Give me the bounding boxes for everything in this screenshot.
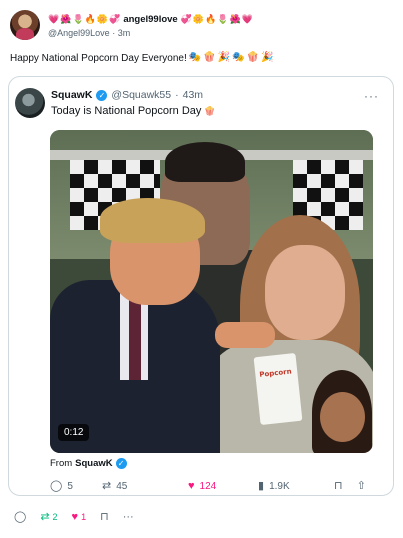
name-emoji: 🌼 — [96, 14, 109, 24]
video-person — [165, 142, 245, 182]
popcorn-emoji: 🍿 — [204, 106, 216, 116]
author-handle[interactable]: @Angel99Love — [48, 28, 110, 38]
reply-button[interactable]: ◯ 5 — [50, 480, 86, 492]
name-emoji: 🔥 — [84, 14, 96, 24]
quoted-handle[interactable]: @Squawk55 — [111, 89, 171, 101]
views-count: 1.9K — [269, 480, 290, 492]
retweet-icon: ⇄ — [102, 480, 112, 492]
video-person — [100, 198, 205, 243]
post-text: Happy National Popcorn Day Everyone! 🎭 🍿… — [10, 52, 273, 64]
reply-icon: ◯ — [50, 480, 63, 492]
quoted-text: Today is National Popcorn Day 🍿 — [51, 105, 216, 117]
views-icon: ▮ — [258, 480, 265, 492]
author-handle-row: @Angel99Love · 3m — [48, 28, 130, 38]
from-account[interactable]: SquawK — [75, 458, 112, 469]
more-button[interactable]: ··· — [123, 511, 134, 523]
name-emoji: 🔥 — [205, 14, 217, 24]
video-person — [320, 392, 365, 442]
video-person — [265, 245, 345, 340]
popcorn-bag-label: Popcorn — [259, 367, 293, 379]
post-time[interactable]: 3m — [118, 28, 131, 38]
post-emoji: 🍿 — [203, 52, 216, 63]
verified-icon: ✓ — [115, 458, 127, 469]
post-body: Happy National Popcorn Day Everyone! — [10, 52, 187, 64]
name-emoji: 🌷 — [217, 14, 229, 24]
name-emoji: 💗 — [48, 14, 60, 24]
reply-count: 5 — [67, 480, 73, 492]
post-emoji: 🎭 — [188, 52, 202, 63]
heart-icon: ♥ — [71, 511, 79, 523]
post-emoji: 🎉 — [261, 52, 274, 63]
post-emoji: 🎭 — [232, 52, 245, 63]
retweet-count: 45 — [116, 480, 128, 492]
name-emoji: 💞 — [109, 14, 121, 24]
views-button[interactable]: ▮ 1.9K — [258, 480, 318, 492]
video-player[interactable]: Popcorn 0:12 — [50, 130, 373, 453]
quoted-body: Today is National Popcorn Day — [51, 105, 202, 117]
post-author-row[interactable]: 💗 🌺 🌷 🔥 🌼 💞 angel99love 💞 🌼 🔥 🌷 🌺 💗 — [48, 12, 253, 26]
name-emoji: 💞 — [180, 14, 192, 24]
quoted-avatar[interactable] — [15, 88, 45, 118]
quoted-time[interactable]: 43m — [183, 89, 203, 101]
name-emoji: 🌺 — [60, 14, 72, 24]
reply-icon: ◯ — [14, 511, 27, 523]
name-emoji: 🌼 — [192, 14, 205, 24]
heart-icon: ♥ — [188, 480, 195, 492]
like-button[interactable]: ♥ 124 — [188, 480, 258, 492]
post-emoji: 🎉 — [217, 52, 231, 63]
name-emoji: 🌺 — [229, 14, 241, 24]
bookmark-icon: ⊓ — [100, 511, 109, 523]
video-duration: 0:12 — [58, 424, 90, 441]
retweet-count: 2 — [52, 512, 58, 522]
like-button[interactable]: ♥ 1 — [72, 511, 87, 523]
quoted-post-card[interactable]: SquawK ✓ @Squawk55 · 43m ··· Today is Na… — [8, 76, 394, 496]
video-source: From SquawK ✓ — [50, 458, 127, 469]
video-person — [129, 300, 141, 380]
share-icon: ⇧ — [356, 480, 366, 492]
retweet-button[interactable]: ⇄ 2 — [40, 511, 57, 523]
reply-button[interactable]: ◯ — [14, 511, 26, 523]
user-avatar[interactable] — [10, 10, 40, 40]
name-emoji: 🌷 — [72, 14, 84, 24]
quoted-metrics: ◯ 5 ⇄ 45 ♥ 124 ▮ 1.9K ⊓ ⇧ — [50, 479, 378, 493]
more-icon[interactable]: ··· — [364, 89, 379, 103]
video-person — [215, 322, 275, 348]
like-count: 1 — [81, 512, 87, 522]
quoted-display-name[interactable]: SquawK — [51, 89, 92, 101]
verified-icon: ✓ — [96, 89, 108, 101]
like-count: 124 — [199, 480, 217, 492]
more-icon: ··· — [122, 511, 134, 523]
share-button[interactable]: ⇧ — [357, 480, 366, 492]
popcorn-bag: Popcorn — [253, 352, 303, 426]
bookmark-button[interactable]: ⊓ — [334, 480, 343, 492]
bookmark-icon: ⊓ — [334, 480, 343, 492]
separator-dot: · — [175, 89, 179, 101]
author-display-name[interactable]: angel99love — [123, 14, 177, 25]
post-emoji: 🍿 — [246, 52, 260, 63]
retweet-button[interactable]: ⇄ 45 — [102, 480, 172, 492]
quoted-author-row: SquawK ✓ @Squawk55 · 43m — [51, 89, 203, 101]
bookmark-button[interactable]: ⊓ — [100, 511, 109, 523]
name-emoji: 💗 — [241, 14, 254, 24]
from-prefix: From — [50, 458, 73, 469]
retweet-icon: ⇄ — [40, 511, 50, 523]
post-actions: ◯ ⇄ 2 ♥ 1 ⊓ ··· — [14, 510, 148, 524]
